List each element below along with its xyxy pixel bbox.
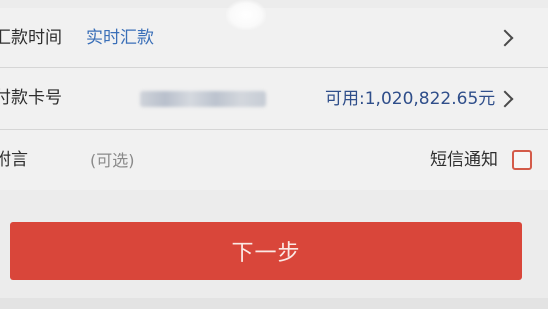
transfer-form-screen: 汇款时间 实时汇款 付款卡号 可用:1,020,822.65元 附言 (可选) … (0, 0, 548, 309)
masked-card-number (140, 91, 266, 107)
payment-card-label: 付款卡号 (0, 88, 62, 108)
remark-label: 附言 (0, 150, 28, 170)
remark-row: 附言 (可选) 短信通知 (0, 130, 548, 190)
payment-card-row[interactable]: 付款卡号 可用:1,020,822.65元 (0, 68, 548, 130)
remit-time-label: 汇款时间 (0, 28, 62, 48)
sms-notify-label: 短信通知 (430, 150, 498, 170)
remit-time-value[interactable]: 实时汇款 (86, 28, 154, 48)
chevron-right-icon[interactable] (496, 29, 514, 47)
bottom-area (0, 298, 548, 309)
next-step-button[interactable]: 下一步 (10, 222, 522, 280)
remit-time-row[interactable]: 汇款时间 实时汇款 (0, 8, 548, 68)
chevron-right-icon[interactable] (496, 90, 514, 108)
available-balance: 可用:1,020,822.65元 (325, 89, 496, 109)
sms-notify-checkbox[interactable] (512, 150, 532, 170)
remark-input[interactable]: (可选) (90, 151, 135, 171)
